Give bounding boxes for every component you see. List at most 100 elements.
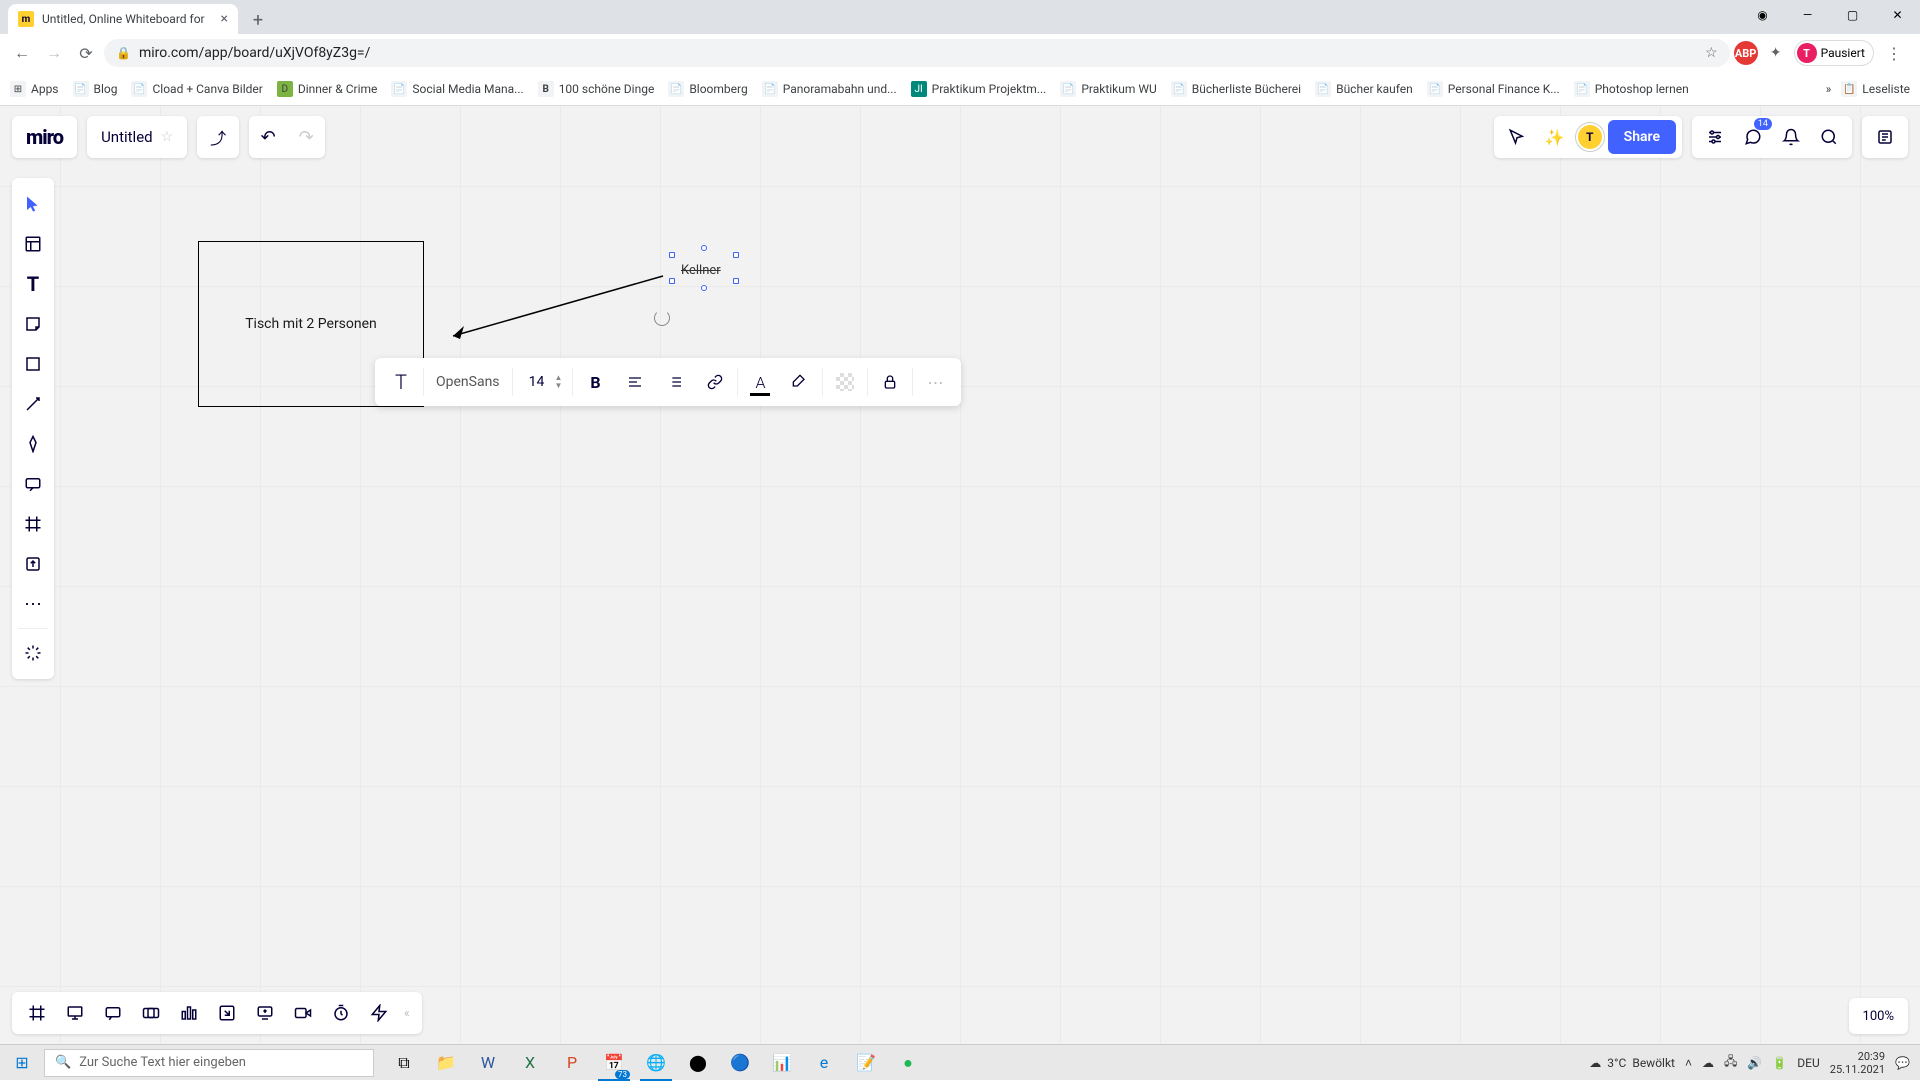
frame-tool[interactable] (12, 504, 54, 544)
profile-chip[interactable]: T Pausiert (1794, 40, 1874, 66)
bookmark-item[interactable]: 📄Bücher kaufen (1315, 81, 1413, 97)
apps-shortcut[interactable]: ⊞Apps (10, 81, 59, 97)
language-indicator[interactable]: DEU (1797, 1056, 1819, 1070)
shape-tool[interactable] (12, 344, 54, 384)
frames-panel-icon[interactable] (18, 994, 56, 1032)
reading-list-button[interactable]: 📋Leseliste (1841, 81, 1910, 97)
app-icon[interactable]: 🔵 (720, 1045, 760, 1081)
line-tool[interactable] (12, 384, 54, 424)
undo-button[interactable]: ↶ (249, 127, 287, 148)
text-color-button[interactable]: A (740, 362, 780, 402)
extensions-icon[interactable]: ✦ (1764, 41, 1788, 65)
background-button[interactable] (825, 362, 865, 402)
edge-icon[interactable]: e (804, 1045, 844, 1081)
chrome-menu-icon[interactable]: ⋮ (1880, 44, 1908, 63)
browser-tab[interactable]: m Untitled, Online Whiteboard for × (8, 4, 238, 34)
notifications-icon[interactable]: 💬 (1895, 1056, 1910, 1070)
sync-icon[interactable]: ◉ (1740, 0, 1785, 30)
bell-icon[interactable] (1774, 120, 1808, 154)
weather-widget[interactable]: ☁ 3°C Bewölkt (1589, 1056, 1675, 1070)
rotate-handle[interactable] (654, 310, 670, 326)
redo-button[interactable]: ↷ (287, 127, 325, 148)
text-tool[interactable]: T (12, 264, 54, 304)
network-icon[interactable]: 🖧 (1724, 1052, 1737, 1073)
select-tool[interactable] (12, 184, 54, 224)
clock[interactable]: 20:39 25.11.2021 (1830, 1050, 1885, 1076)
powerpoint-icon[interactable]: P (552, 1045, 592, 1081)
forward-button[interactable]: → (40, 39, 68, 67)
reload-button[interactable]: ⟳ (72, 39, 100, 67)
more-tools[interactable]: ⋯ (12, 584, 54, 624)
highlight-color-button[interactable] (780, 362, 820, 402)
notepad-icon[interactable]: 📝 (846, 1045, 886, 1081)
chat-icon[interactable] (94, 994, 132, 1032)
close-window-button[interactable]: ✕ (1875, 0, 1920, 30)
bookmark-item[interactable]: 📄Cload + Canva Bilder (131, 81, 262, 97)
sticky-note-tool[interactable] (12, 304, 54, 344)
collapse-toolbar-icon[interactable]: « (398, 1006, 416, 1020)
list-button[interactable] (655, 362, 695, 402)
embed-icon[interactable] (208, 994, 246, 1032)
board-title-pill[interactable]: Untitled ☆ (87, 116, 187, 158)
taskbar-search[interactable]: 🔍 Zur Suche Text hier eingeben (44, 1049, 374, 1077)
tray-chevron-icon[interactable]: ˄ (1685, 1056, 1692, 1070)
zoom-level[interactable]: 100% (1849, 998, 1908, 1034)
word-icon[interactable]: W (468, 1045, 508, 1081)
bold-button[interactable]: B (575, 362, 615, 402)
bookmark-item[interactable]: JIPraktikum Projektm... (911, 81, 1047, 97)
comments-icon[interactable]: 14 (1736, 120, 1770, 154)
text-element-selected[interactable]: Kellner (678, 262, 724, 279)
card-icon[interactable] (132, 994, 170, 1032)
address-bar[interactable]: 🔒 miro.com/app/board/uXjVOf8yZ3g=/ ☆ (104, 39, 1730, 67)
star-icon[interactable]: ☆ (161, 129, 174, 145)
video-icon[interactable] (284, 994, 322, 1032)
chrome-icon[interactable]: 🌐 (636, 1045, 676, 1081)
bookmark-item[interactable]: 📄Blog (73, 81, 118, 97)
font-size-control[interactable]: ▲▼ (515, 374, 571, 390)
activity-pill[interactable] (1862, 116, 1908, 158)
back-button[interactable]: ← (8, 39, 36, 67)
align-button[interactable] (615, 362, 655, 402)
bookmark-item[interactable]: B100 schöne Dinge (538, 81, 655, 97)
font-family-select[interactable]: OpenSans (426, 374, 510, 390)
cursor-tracking-icon[interactable] (1500, 120, 1534, 154)
bookmark-item[interactable]: 📄Photoshop lernen (1574, 81, 1689, 97)
app-icon[interactable]: 📊 (762, 1045, 802, 1081)
text-type-button[interactable]: T (381, 362, 421, 402)
bookmarks-overflow-icon[interactable]: » (1826, 82, 1832, 96)
link-button[interactable] (695, 362, 735, 402)
templates-tool[interactable] (12, 224, 54, 264)
reactions-icon[interactable]: ✨ (1538, 120, 1572, 154)
search-icon[interactable] (1812, 120, 1846, 154)
apps-tool[interactable] (12, 633, 54, 673)
spotify-icon[interactable]: ● (888, 1045, 928, 1081)
activity-icon[interactable] (360, 994, 398, 1032)
settings-icon[interactable] (1698, 120, 1732, 154)
excel-icon[interactable]: X (510, 1045, 550, 1081)
comment-tool[interactable] (12, 464, 54, 504)
font-size-down[interactable]: ▼ (555, 382, 563, 390)
screen-share-icon[interactable] (246, 994, 284, 1032)
bookmark-item[interactable]: 📄Bücherliste Bücherei (1171, 81, 1301, 97)
maximize-button[interactable]: ▢ (1830, 0, 1875, 30)
logo-pill[interactable]: miro (12, 116, 77, 158)
voting-icon[interactable] (170, 994, 208, 1032)
more-options-button[interactable]: ⋯ (915, 362, 955, 402)
new-tab-button[interactable]: + (244, 6, 272, 34)
onedrive-icon[interactable]: ☁ (1702, 1056, 1714, 1070)
user-avatar[interactable]: T (1576, 123, 1604, 151)
start-button[interactable]: ⊞ (0, 1045, 44, 1081)
abp-extension-icon[interactable]: ABP (1734, 41, 1758, 65)
obs-icon[interactable]: ⬤ (678, 1045, 718, 1081)
minimize-button[interactable]: ― (1785, 0, 1830, 30)
explorer-icon[interactable]: 📁 (426, 1045, 466, 1081)
share-button[interactable]: Share (1608, 120, 1676, 154)
bookmark-item[interactable]: 📄Social Media Mana... (391, 81, 523, 97)
export-pill[interactable]: ⤴ (197, 116, 239, 158)
lock-button[interactable] (870, 362, 910, 402)
font-size-input[interactable] (523, 374, 551, 390)
bookmark-item[interactable]: 📄Bloomberg (668, 81, 747, 97)
pen-tool[interactable] (12, 424, 54, 464)
star-bookmark-icon[interactable]: ☆ (1705, 45, 1718, 61)
calendar-icon[interactable]: 📅73 (594, 1045, 634, 1081)
